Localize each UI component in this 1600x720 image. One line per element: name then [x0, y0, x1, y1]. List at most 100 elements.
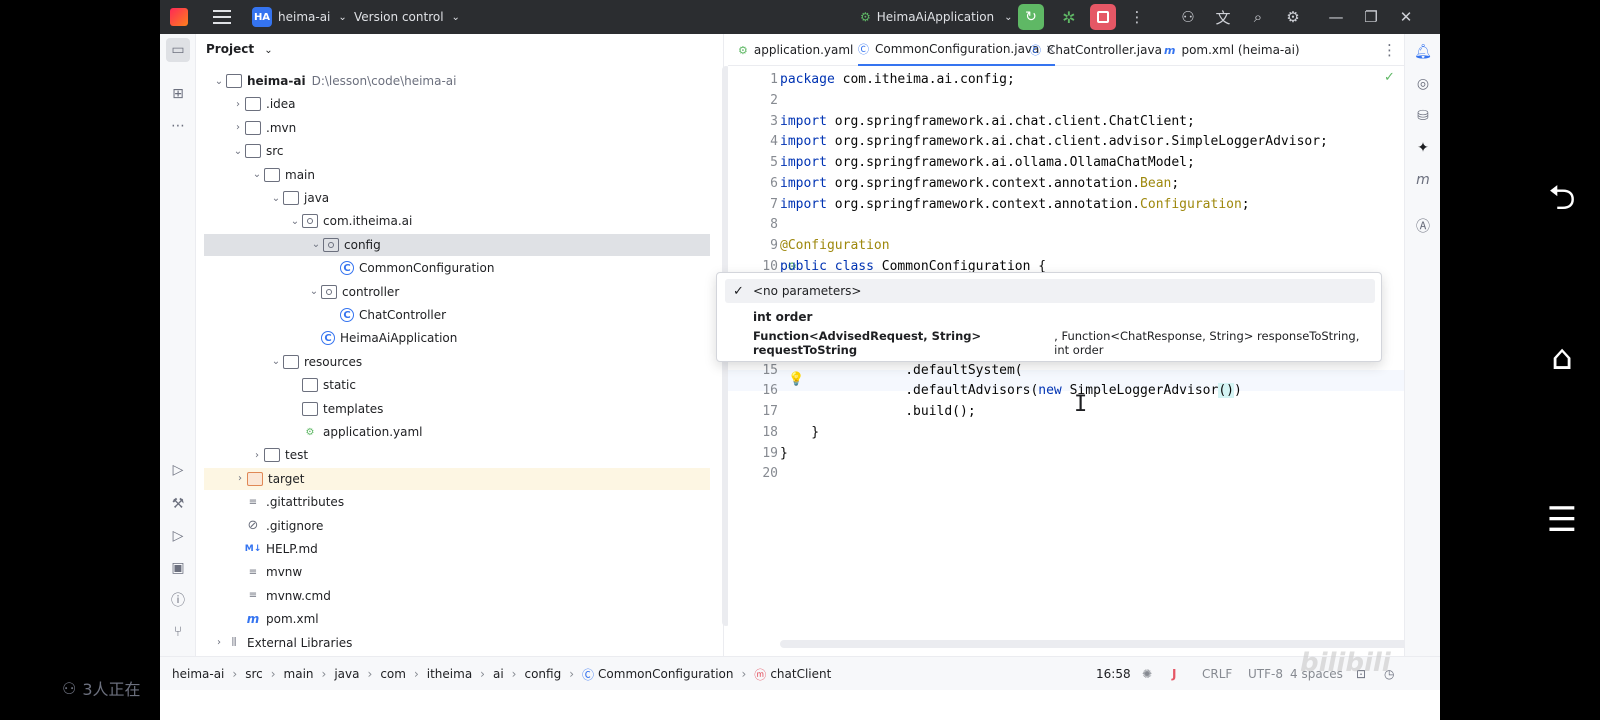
chevron-icon[interactable]: ⌄	[231, 146, 245, 157]
chevron-icon[interactable]: ⌄	[309, 239, 323, 250]
param-option-functions[interactable]: Function<AdvisedRequest, String> request…	[725, 329, 1375, 357]
breadcrumb-item[interactable]: chatClient	[770, 667, 831, 681]
breadcrumb-item[interactable]: CommonConfiguration	[598, 667, 733, 681]
param-option-int-order[interactable]: int order	[725, 305, 1375, 329]
maven-icon[interactable]: m	[1411, 168, 1435, 192]
no-problems-check-icon[interactable]: ✓	[1384, 70, 1395, 85]
services-icon[interactable]: ▷	[166, 458, 190, 482]
tree-item[interactable]: ⌄ java	[202, 187, 552, 209]
intellij-logo-icon[interactable]	[170, 0, 192, 34]
breadcrumb-item[interactable]: src	[245, 667, 263, 681]
project-selector[interactable]: heima-ai ⌄	[278, 0, 347, 34]
chevron-icon[interactable]: ›	[250, 450, 264, 461]
stop-button[interactable]	[1090, 4, 1116, 30]
breadcrumb-item[interactable]: itheima	[427, 667, 472, 681]
restore-icon[interactable]: ❐	[1360, 0, 1382, 34]
chevron-icon[interactable]: ›	[231, 122, 245, 133]
chevron-icon[interactable]: ⌄	[212, 76, 226, 87]
translate-icon[interactable]: 文	[1212, 0, 1234, 34]
tree-item[interactable]: ⌄ com.itheima.ai	[202, 210, 552, 232]
chevron-icon[interactable]: ⌄	[288, 216, 302, 227]
tree-item[interactable]: › test	[202, 444, 552, 466]
database-icon[interactable]: ⛁	[1411, 104, 1435, 128]
tree-item[interactable]: ⌄ controller	[202, 281, 552, 303]
tab-pom-xml[interactable]: m pom.xml (heima-ai)	[1164, 34, 1300, 66]
tree-item[interactable]: ⌄ main	[202, 164, 552, 186]
tree-item[interactable]: ⌄ heima-ai D:\lesson\code\heima-ai	[202, 70, 552, 92]
chevron-icon[interactable]: ›	[231, 99, 245, 110]
tree-item[interactable]: ⌄ src	[202, 140, 552, 162]
tree-item[interactable]: ⌄ config	[204, 233, 710, 256]
breadcrumb-item[interactable]: ai	[493, 667, 504, 681]
tree-item[interactable]: C ChatController	[202, 304, 552, 326]
tree-item[interactable]: M↓ HELP.md	[202, 538, 552, 560]
close-window-icon[interactable]: ✕	[1395, 0, 1417, 34]
version-control-menu[interactable]: Version control ⌄	[354, 0, 460, 34]
back-icon[interactable]: ⮌	[1540, 178, 1584, 224]
tab-common-configuration[interactable]: Ⓒ CommonConfiguration.java ×	[858, 34, 1056, 66]
copilot-icon[interactable]: ✦	[1411, 136, 1435, 160]
settings-gear-icon[interactable]: ⚙	[1282, 0, 1304, 34]
ai-assistant-icon[interactable]: ◎	[1411, 72, 1435, 96]
run-icon[interactable]: ▷	[166, 524, 190, 548]
breadcrumb-item[interactable]: com	[380, 667, 406, 681]
tree-item[interactable]: › ⫼ External Libraries	[202, 632, 552, 654]
chevron-icon[interactable]: ›	[233, 473, 247, 484]
breadcrumb-item[interactable]: java	[334, 667, 359, 681]
tree-item[interactable]: ≡ mvnw	[202, 561, 552, 583]
project-badge[interactable]: HA	[252, 7, 272, 27]
tree-item[interactable]: m pom.xml	[202, 608, 552, 630]
tree-item[interactable]: C HeimaAiApplication	[202, 327, 552, 349]
tab-chat-controller[interactable]: Ⓒ ChatController.java	[1030, 34, 1162, 66]
breadcrumb-item[interactable]: heima-ai	[172, 667, 224, 681]
intention-bulb-icon[interactable]: 💡	[788, 372, 804, 387]
tree-item[interactable]: C CommonConfiguration	[202, 257, 552, 279]
tabs-more-icon[interactable]: ⋮	[1382, 34, 1397, 66]
chevron-icon[interactable]: ⌄	[307, 286, 321, 297]
menu-icon[interactable]: ☰	[1540, 498, 1584, 542]
rerun-button[interactable]: ↻	[1018, 4, 1044, 30]
problems-icon[interactable]: ⓘ	[166, 588, 190, 612]
more-horizontal-icon[interactable]: ⋯	[166, 114, 190, 138]
param-option-no-parameters[interactable]: ✓ <no parameters>	[725, 279, 1375, 303]
tree-item[interactable]: ⌄ resources	[202, 351, 552, 373]
line-separator[interactable]: CRLF	[1202, 657, 1232, 690]
chevron-icon[interactable]: ⌄	[269, 356, 283, 367]
tree-item[interactable]: ≡ mvnw.cmd	[202, 585, 552, 607]
project-panel-header[interactable]: Project ⌄	[206, 42, 273, 56]
tree-item[interactable]: › .mvn	[202, 117, 552, 139]
run-config-selector[interactable]: ⚙ HeimaAiApplication ⌄	[860, 0, 1013, 34]
chevron-icon[interactable]: ⌄	[250, 169, 264, 180]
editor-horizontal-scrollbar[interactable]	[780, 640, 1425, 648]
chevron-icon[interactable]: ›	[212, 637, 226, 648]
code-with-me-icon[interactable]: ⚇	[1177, 0, 1199, 34]
project-folder-icon[interactable]: ▭	[166, 38, 190, 62]
main-menu-icon[interactable]	[212, 0, 232, 34]
git-icon[interactable]: ⑂	[166, 620, 190, 644]
tree-item[interactable]: ⚙ application.yaml	[202, 421, 552, 443]
text-ai-icon[interactable]: Ⓐ	[1411, 214, 1435, 238]
debug-bug-icon[interactable]: ✲	[1056, 0, 1082, 34]
tree-item[interactable]: › target	[204, 467, 710, 490]
tree-item[interactable]: › .idea	[202, 93, 552, 115]
tree-item[interactable]: ≡ .gitattributes	[202, 491, 552, 513]
search-icon[interactable]: ⌕	[1247, 0, 1269, 34]
terminal-icon[interactable]: ▣	[166, 556, 190, 580]
file-encoding[interactable]: UTF-8	[1248, 657, 1283, 690]
caret-position[interactable]: 16:58	[1096, 657, 1131, 690]
tree-item[interactable]: ⊘ .gitignore	[202, 515, 552, 537]
more-vertical-icon[interactable]: ⋮	[1126, 0, 1148, 34]
plugin-icon[interactable]: J	[1172, 657, 1176, 690]
breadcrumb-item[interactable]: config	[524, 667, 561, 681]
tree-item[interactable]: templates	[202, 398, 552, 420]
build-hammer-icon[interactable]: ⚒	[166, 492, 190, 516]
breadcrumb-item[interactable]: main	[284, 667, 314, 681]
chevron-icon[interactable]: ⌄	[269, 193, 283, 204]
home-icon[interactable]: ⌂	[1540, 336, 1584, 380]
tree-item[interactable]: static	[202, 374, 552, 396]
minimize-icon[interactable]: —	[1325, 0, 1347, 34]
structure-icon[interactable]: ⊞	[166, 82, 190, 106]
notifications-bell-icon[interactable]: 🔔︎	[1411, 40, 1435, 64]
tab-application-yaml[interactable]: ⚙ application.yaml	[738, 34, 853, 66]
ignore-file-icon: ⊘	[247, 518, 259, 534]
